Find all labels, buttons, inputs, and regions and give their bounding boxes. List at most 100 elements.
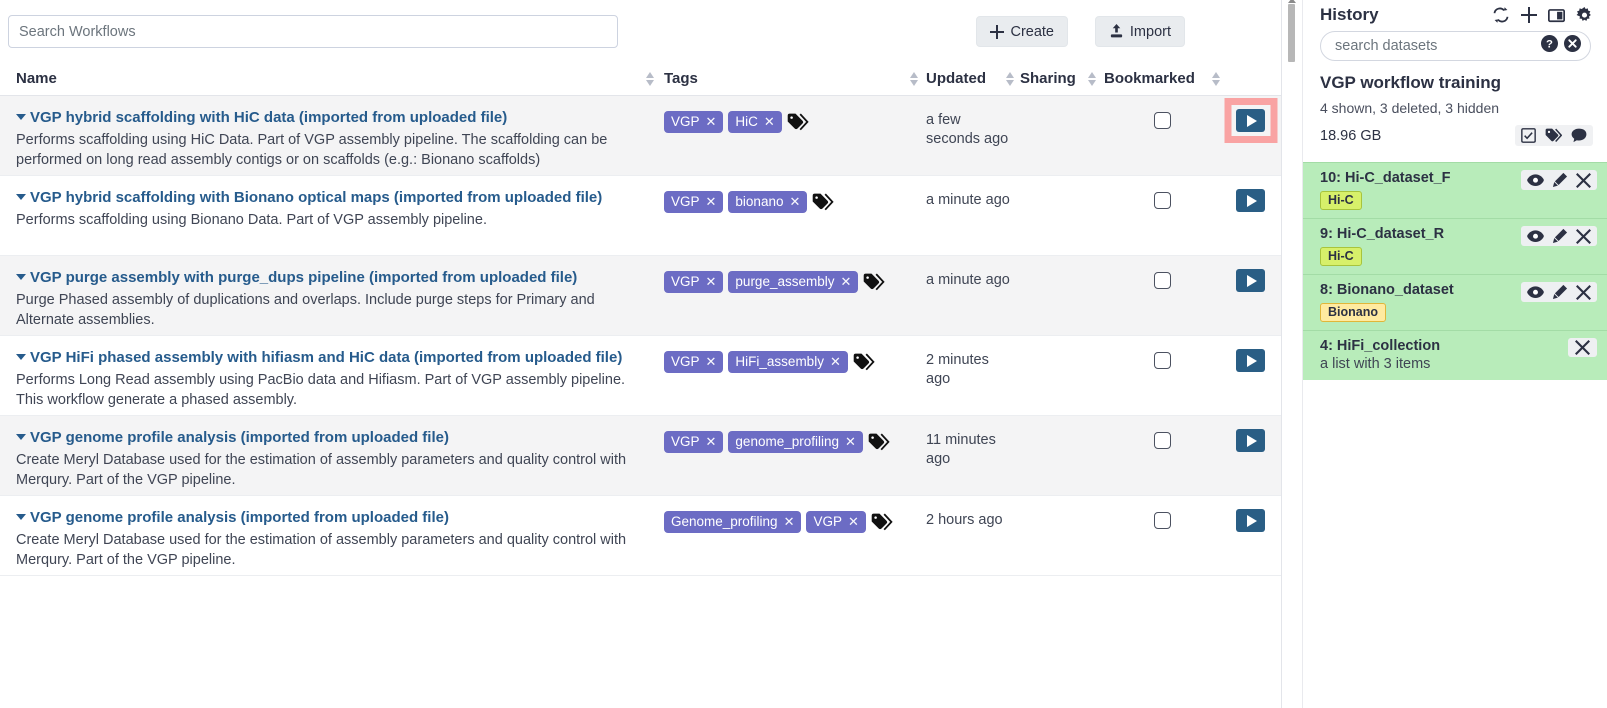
remove-tag-icon[interactable]: ✕ (706, 434, 717, 450)
bookmark-checkbox[interactable] (1153, 192, 1171, 209)
pencil-icon[interactable] (1552, 228, 1568, 244)
workflow-tag[interactable]: HiC ✕ (728, 111, 782, 133)
remove-tag-icon[interactable]: ✕ (706, 114, 717, 130)
help-icon[interactable]: ? (1541, 35, 1558, 52)
workflow-tag[interactable]: HiFi_assembly ✕ (728, 351, 848, 373)
remove-tag-icon[interactable]: ✕ (706, 354, 717, 370)
dataset-item[interactable]: 10: Hi-C_dataset_F Hi-C (1303, 162, 1607, 218)
remove-tag-icon[interactable]: ✕ (706, 194, 717, 210)
remove-tag-icon[interactable]: ✕ (848, 514, 859, 530)
workflow-tag[interactable]: VGP ✕ (664, 431, 724, 453)
chevron-down-icon[interactable] (16, 514, 26, 520)
dataset-name[interactable]: 10: Hi-C_dataset_F (1320, 170, 1451, 186)
add-tag-icon[interactable] (871, 511, 893, 533)
column-header-updated[interactable]: Updated (926, 70, 1014, 87)
eye-icon[interactable] (1527, 285, 1544, 299)
select-items-icon[interactable] (1521, 128, 1536, 143)
workflow-tag[interactable]: bionano ✕ (728, 191, 808, 213)
remove-tag-icon[interactable]: ✕ (764, 114, 775, 130)
workflow-title-link[interactable]: VGP hybrid scaffolding with Bionano opti… (16, 188, 646, 208)
bookmark-checkbox[interactable] (1153, 352, 1171, 369)
delete-icon[interactable] (1576, 228, 1591, 244)
plus-icon[interactable] (1521, 7, 1537, 23)
switch-history-icon[interactable] (1548, 8, 1565, 23)
column-header-name[interactable]: Name (0, 70, 664, 87)
bookmark-checkbox[interactable] (1153, 112, 1171, 129)
bookmark-checkbox[interactable] (1153, 272, 1171, 289)
remove-tag-icon[interactable]: ✕ (706, 274, 717, 290)
column-header-bookmarked[interactable]: Bookmarked (1104, 70, 1220, 87)
run-workflow-button[interactable] (1236, 429, 1265, 452)
column-header-sharing[interactable]: Sharing (1020, 70, 1096, 87)
workflow-tag[interactable]: VGP ✕ (664, 351, 724, 373)
sort-icon-tags[interactable] (910, 71, 918, 86)
dataset-name[interactable]: 4: HiFi_collection (1320, 338, 1440, 354)
dataset-tag[interactable]: Hi-C (1320, 191, 1362, 210)
column-header-tags[interactable]: Tags (664, 70, 926, 87)
delete-icon[interactable] (1576, 172, 1591, 188)
chevron-down-icon[interactable] (16, 274, 26, 280)
scroll-up-arrow-icon[interactable] (1288, 0, 1296, 3)
dataset-name[interactable]: 9: Hi-C_dataset_R (1320, 226, 1444, 242)
workflow-tag[interactable]: VGP ✕ (664, 271, 724, 293)
add-tag-icon[interactable] (863, 271, 886, 293)
pencil-icon[interactable] (1552, 284, 1568, 300)
run-workflow-button[interactable] (1236, 269, 1265, 292)
run-workflow-button[interactable] (1236, 349, 1265, 372)
bookmark-checkbox[interactable] (1153, 432, 1171, 449)
workflow-tag[interactable]: purge_assembly ✕ (728, 271, 859, 293)
run-workflow-button[interactable] (1236, 189, 1265, 212)
remove-tag-icon[interactable]: ✕ (830, 354, 841, 370)
workflow-title-link[interactable]: VGP hybrid scaffolding with HiC data (im… (16, 108, 646, 128)
refresh-icon[interactable] (1492, 6, 1510, 24)
workflow-tag[interactable]: Genome_profiling ✕ (664, 511, 802, 533)
workflow-title-link[interactable]: VGP genome profile analysis (imported fr… (16, 508, 646, 528)
add-tag-icon[interactable] (853, 351, 875, 373)
sort-icon-name[interactable] (646, 71, 654, 86)
workflow-title-link[interactable]: VGP HiFi phased assembly with hifiasm an… (16, 348, 646, 368)
dataset-name[interactable]: 8: Bionano_dataset (1320, 282, 1454, 298)
workflow-tag[interactable]: VGP ✕ (664, 111, 724, 133)
add-tag-icon[interactable] (812, 191, 835, 213)
eye-icon[interactable] (1527, 229, 1544, 243)
remove-tag-icon[interactable]: ✕ (789, 194, 800, 210)
sort-icon-bookmarked[interactable] (1212, 71, 1220, 86)
workflow-tag[interactable]: VGP ✕ (806, 511, 866, 533)
sort-icon-updated[interactable] (1006, 71, 1014, 86)
remove-tag-icon[interactable]: ✕ (845, 434, 856, 450)
chevron-down-icon[interactable] (16, 434, 26, 440)
chevron-down-icon[interactable] (16, 194, 26, 200)
add-tag-icon[interactable] (868, 431, 890, 453)
history-scrollbar[interactable] (1282, 0, 1303, 708)
delete-icon[interactable] (1575, 340, 1590, 355)
dataset-item[interactable]: 8: Bionano_dataset Bionano (1303, 274, 1607, 330)
workflow-tag[interactable]: genome_profiling ✕ (728, 431, 863, 453)
chevron-down-icon[interactable] (16, 114, 26, 120)
import-button[interactable]: Import (1094, 16, 1185, 47)
add-tag-icon[interactable] (787, 111, 809, 133)
run-workflow-button[interactable] (1236, 509, 1265, 532)
pencil-icon[interactable] (1552, 172, 1568, 188)
bookmark-checkbox[interactable] (1153, 512, 1171, 529)
history-name[interactable]: VGP workflow training (1303, 61, 1607, 93)
gear-icon[interactable] (1576, 6, 1593, 24)
remove-tag-icon[interactable]: ✕ (784, 514, 795, 530)
remove-tag-icon[interactable]: ✕ (840, 274, 851, 290)
tags-icon[interactable] (1545, 128, 1562, 143)
annotation-icon[interactable] (1571, 128, 1587, 143)
clear-icon[interactable] (1564, 35, 1581, 52)
delete-icon[interactable] (1576, 284, 1591, 300)
workflow-title-link[interactable]: VGP genome profile analysis (imported fr… (16, 428, 646, 448)
workflow-tag[interactable]: VGP ✕ (664, 191, 724, 213)
dataset-tag[interactable]: Bionano (1320, 303, 1386, 322)
dataset-item[interactable]: 9: Hi-C_dataset_R Hi-C (1303, 218, 1607, 274)
dataset-tag[interactable]: Hi-C (1320, 247, 1362, 266)
create-button[interactable]: Create (976, 16, 1068, 47)
sort-icon-sharing[interactable] (1088, 71, 1096, 86)
eye-icon[interactable] (1527, 173, 1544, 187)
workflow-title-link[interactable]: VGP purge assembly with purge_dups pipel… (16, 268, 646, 288)
dataset-item[interactable]: 4: HiFi_collection a list with 3 items (1303, 330, 1607, 380)
chevron-down-icon[interactable] (16, 354, 26, 360)
scroll-thumb[interactable] (1288, 4, 1295, 62)
search-workflows-input[interactable] (8, 15, 618, 48)
